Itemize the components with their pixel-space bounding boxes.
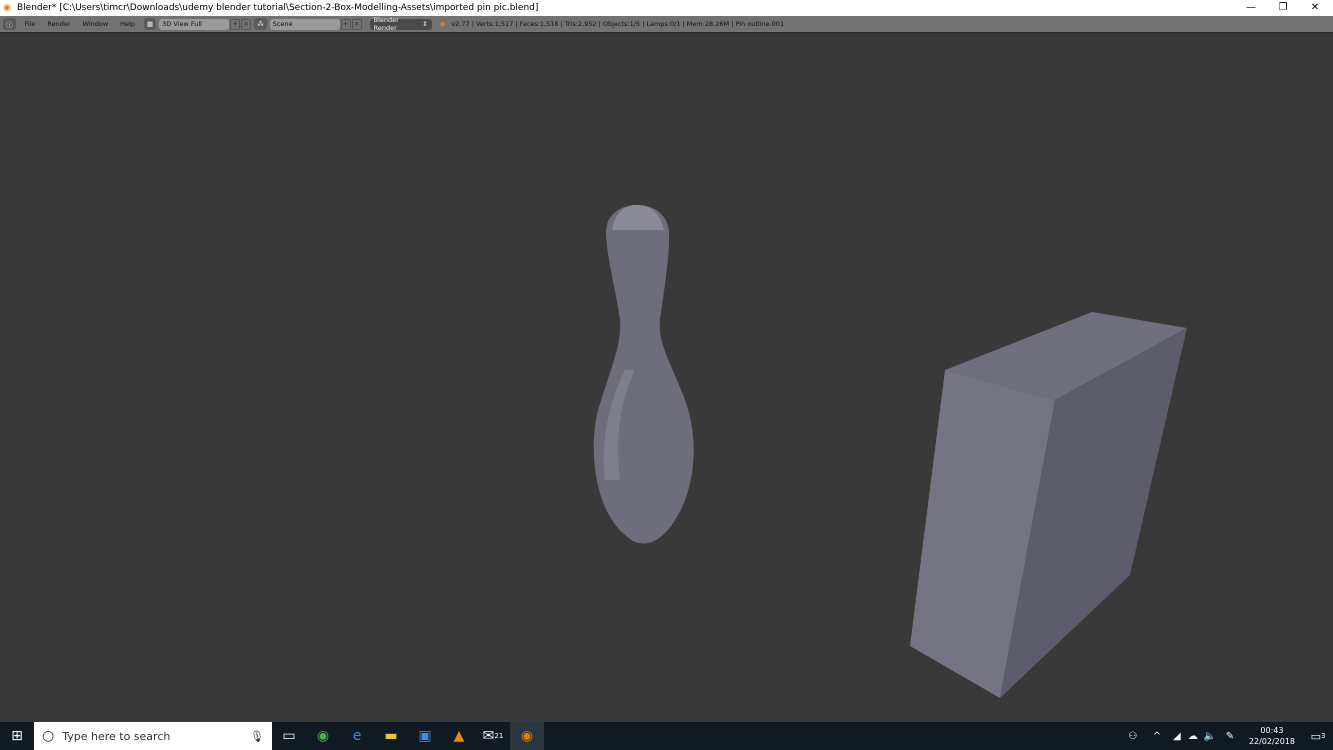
task-view-icon[interactable]: ▭ xyxy=(272,722,306,750)
restore-button[interactable]: ❐ xyxy=(1267,0,1299,16)
add-layout-button[interactable]: + xyxy=(230,18,241,30)
clock-date: 22/02/2018 xyxy=(1248,737,1295,746)
menu-help[interactable]: Help xyxy=(120,20,135,28)
minimize-button[interactable]: — xyxy=(1235,0,1267,16)
windows-taskbar: ⊞ ○ Type here to search 🎙 ▭ ◉ e ▬ ▣ ▲ ✉ 2… xyxy=(0,722,1333,750)
search-placeholder: Type here to search xyxy=(62,729,171,743)
clock[interactable]: 00:43 22/02/2018 xyxy=(1249,725,1295,747)
info-header: ⓘ File Render Window Help ▦ 3D View Full… xyxy=(0,16,1333,33)
microphone-icon[interactable]: 🎙 xyxy=(250,730,264,743)
store-icon[interactable]: ▣ xyxy=(408,722,442,750)
delete-scene-button[interactable]: × xyxy=(351,18,362,30)
notification-count: 3 xyxy=(1320,732,1326,740)
window-title: Blender* [C:\Users\timcr\Downloads\udemy… xyxy=(17,3,539,13)
system-tray: ⚇ ^ ◢ ☁ 🔈 ✎ 00:43 22/02/2018 ▭ 3 xyxy=(1121,722,1333,750)
scene-field[interactable]: Scene xyxy=(269,18,340,30)
people-icon[interactable]: ⚇ xyxy=(1121,722,1145,750)
mail-icon[interactable]: ✉ 21 xyxy=(476,722,510,750)
bowling-pin xyxy=(593,205,694,544)
taskbar-search-box[interactable]: ○ Type here to search 🎙 xyxy=(34,722,272,750)
mail-badge: 21 xyxy=(494,732,504,740)
close-button[interactable]: ✕ xyxy=(1299,0,1331,16)
blender-icon: ◉ xyxy=(439,20,446,28)
vlc-icon[interactable]: ▲ xyxy=(442,722,476,750)
render-engine-label: Blender Render xyxy=(373,16,399,32)
volume-icon[interactable]: 🔈 xyxy=(1201,722,1219,750)
bowling-pin-mesh[interactable] xyxy=(593,205,694,544)
blender-taskbar-icon[interactable]: ◉ xyxy=(510,722,544,750)
action-center-icon[interactable]: ▭ 3 xyxy=(1303,722,1333,750)
menu-render[interactable]: Render xyxy=(47,20,70,28)
screen-layout-icon[interactable]: ▦ xyxy=(144,18,157,30)
file-explorer-icon[interactable]: ▬ xyxy=(374,722,408,750)
wifi-icon[interactable]: ◢ xyxy=(1169,722,1185,750)
blender-logo-icon: ◉ xyxy=(3,3,11,13)
chrome-icon[interactable]: ◉ xyxy=(306,722,340,750)
menu-window[interactable]: Window xyxy=(83,20,109,28)
title-bar: ◉ Blender* [C:\Users\timcr\Downloads\ude… xyxy=(0,0,1333,16)
box-mesh[interactable] xyxy=(910,312,1187,698)
pen-icon[interactable]: ✎ xyxy=(1219,722,1241,750)
clock-time: 00:43 xyxy=(1260,726,1284,735)
editor-type-button[interactable]: ⓘ xyxy=(3,18,16,30)
render-engine-select[interactable]: Blender Render ⇕ xyxy=(369,16,432,32)
cortana-circle-icon: ○ xyxy=(42,728,55,744)
screen-layout-field[interactable]: 3D View Full xyxy=(159,18,230,30)
add-scene-button[interactable]: + xyxy=(340,18,351,30)
scene-icon[interactable]: ⁂ xyxy=(254,18,267,30)
start-windows-icon[interactable]: ⊞ xyxy=(0,722,34,750)
show-hidden-icons-chevron-icon[interactable]: ^ xyxy=(1145,722,1169,750)
delete-layout-button[interactable]: × xyxy=(241,18,252,30)
3d-viewport[interactable] xyxy=(0,34,1333,722)
scene-stats: v2.77 | Verts:1,517 | Faces:1,518 | Tris… xyxy=(451,20,785,28)
edge-icon[interactable]: e xyxy=(340,722,374,750)
menu-file[interactable]: File xyxy=(25,20,36,28)
onedrive-cloud-icon[interactable]: ☁ xyxy=(1185,722,1201,750)
